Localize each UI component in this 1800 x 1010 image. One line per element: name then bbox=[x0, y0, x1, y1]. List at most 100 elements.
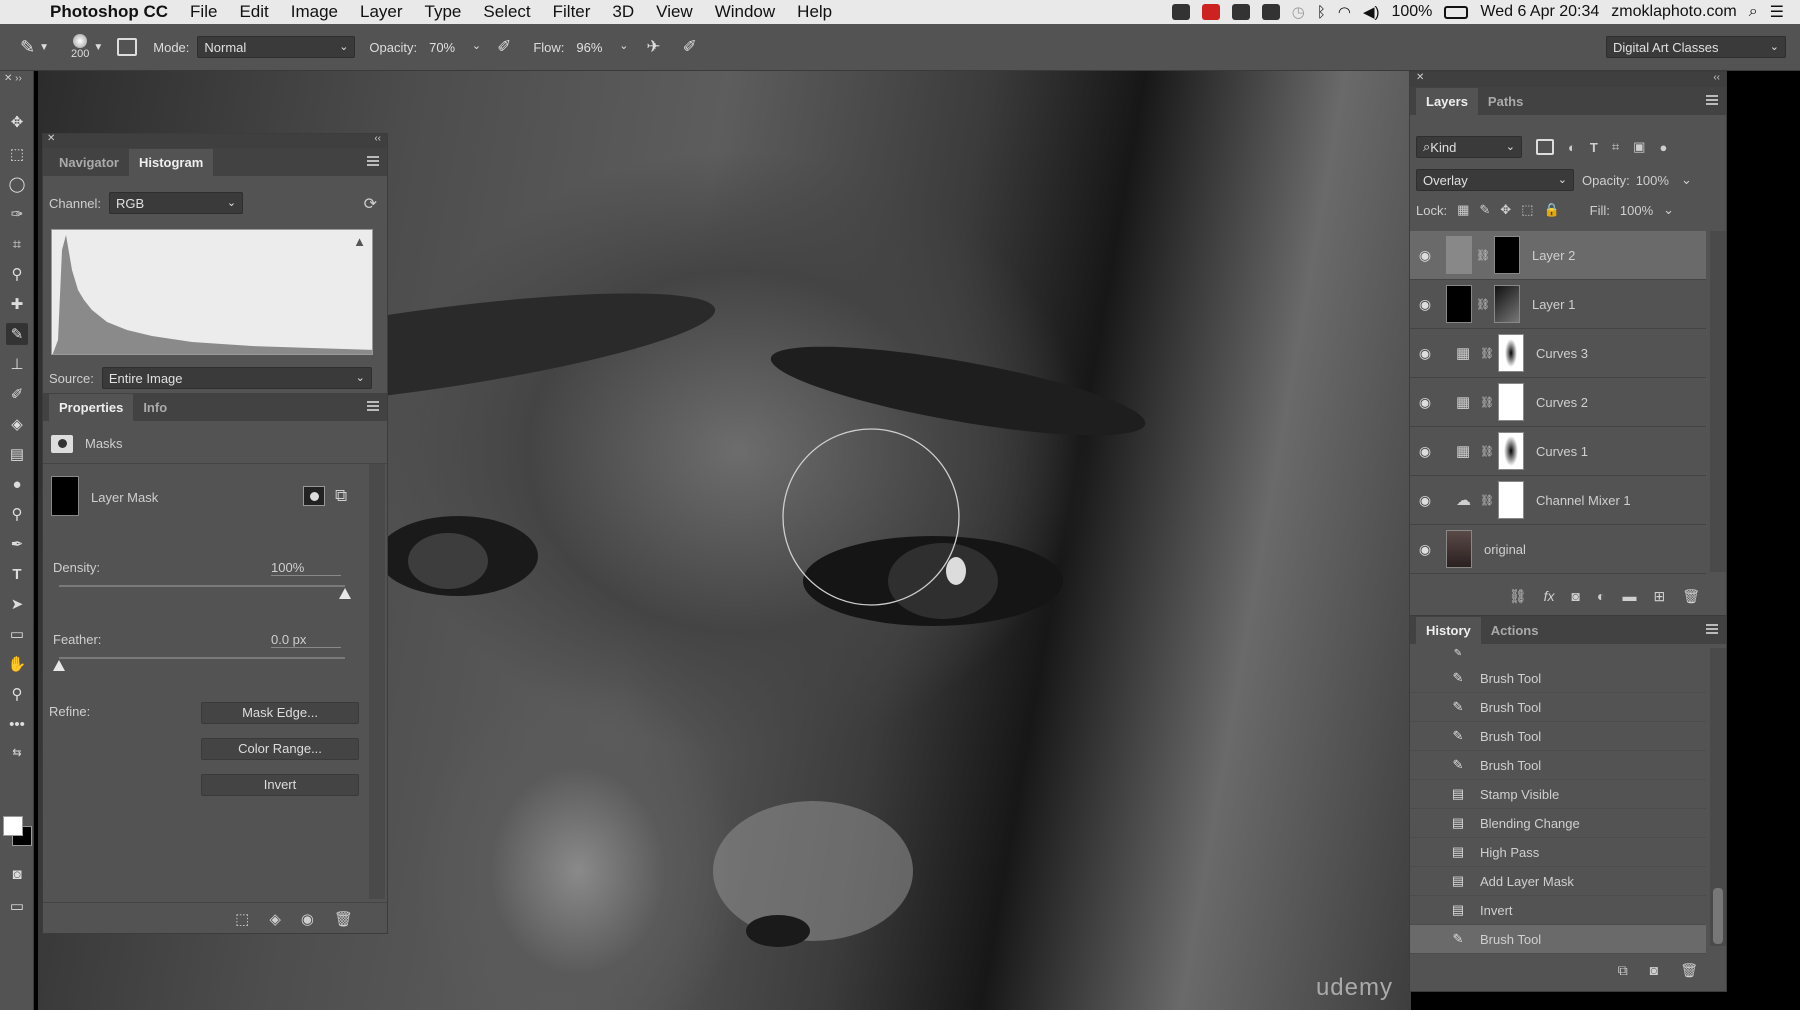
layer-mask-thumbnail[interactable] bbox=[1493, 285, 1520, 323]
new-adjustment-icon[interactable]: ◐ bbox=[1597, 588, 1605, 604]
tab-layers[interactable]: Layers bbox=[1416, 88, 1478, 115]
visibility-eye-icon[interactable]: ◉ bbox=[1410, 345, 1440, 362]
select-pixel-mask-icon[interactable] bbox=[303, 486, 325, 506]
tab-info[interactable]: Info bbox=[133, 394, 177, 421]
filter-pixel-icon[interactable] bbox=[1536, 139, 1554, 155]
lock-all-icon[interactable]: 🔒 bbox=[1543, 202, 1559, 218]
move-tool-icon[interactable]: ✥ bbox=[6, 111, 28, 133]
layer-mask-thumbnail[interactable] bbox=[51, 476, 79, 516]
blur-tool-icon[interactable]: ● bbox=[6, 473, 28, 495]
feather-slider-track[interactable] bbox=[59, 657, 345, 659]
panel-menu-icon[interactable] bbox=[367, 156, 379, 166]
disable-mask-eye-icon[interactable]: ◉ bbox=[301, 910, 314, 928]
zoom-tool-icon[interactable]: ⚲ bbox=[6, 683, 28, 705]
link-icon[interactable]: ⛓ bbox=[1480, 445, 1494, 458]
chevron-down-icon[interactable]: ⌄ bbox=[1663, 202, 1674, 218]
layer-name[interactable]: Curves 2 bbox=[1536, 395, 1588, 410]
layer-name[interactable]: Curves 3 bbox=[1536, 346, 1588, 361]
lock-position-icon[interactable]: ✥ bbox=[1500, 202, 1511, 218]
menu-3d[interactable]: 3D bbox=[612, 2, 634, 22]
path-selection-tool-icon[interactable]: ➤ bbox=[6, 593, 28, 615]
snapshot-camera-icon[interactable]: ◙ bbox=[1650, 962, 1658, 978]
channel-mixer-icon[interactable]: ☁ bbox=[1456, 491, 1476, 509]
layer-name[interactable]: Layer 1 bbox=[1532, 297, 1575, 312]
brush-preset-picker[interactable]: 200 bbox=[71, 34, 89, 60]
pressure-opacity-icon[interactable]: ✐ bbox=[497, 37, 511, 57]
mode-select[interactable]: Normal ⌄ bbox=[197, 36, 356, 58]
app-name-menu[interactable]: Photoshop CC bbox=[50, 2, 168, 22]
history-scrollbar[interactable] bbox=[1710, 648, 1726, 946]
layer-mask-thumbnail[interactable] bbox=[1497, 383, 1524, 421]
layer-thumbnail[interactable] bbox=[1446, 285, 1472, 323]
crop-tool-icon[interactable]: ⌗ bbox=[6, 233, 28, 255]
visibility-eye-icon[interactable]: ◉ bbox=[1410, 296, 1440, 313]
layer-name[interactable]: Curves 1 bbox=[1536, 444, 1588, 459]
add-mask-icon[interactable]: ◙ bbox=[1572, 588, 1580, 604]
filter-toggle-icon[interactable]: ● bbox=[1659, 140, 1667, 155]
tab-history[interactable]: History bbox=[1416, 617, 1481, 644]
layer-thumbnail[interactable] bbox=[1446, 530, 1472, 568]
volume-icon[interactable]: ◀) bbox=[1363, 3, 1380, 21]
layer-thumbnail[interactable] bbox=[1446, 236, 1472, 274]
menu-help[interactable]: Help bbox=[797, 2, 832, 22]
workspace-select[interactable]: Digital Art Classes ⌄ bbox=[1606, 36, 1786, 58]
edit-toolbar-icon[interactable]: ••• bbox=[6, 713, 28, 735]
history-item-current[interactable]: ✎ Brush Tool bbox=[1410, 925, 1706, 954]
filter-smart-object-icon[interactable]: ▣ bbox=[1633, 139, 1645, 155]
history-item[interactable]: ▤ Stamp Visible bbox=[1410, 780, 1706, 809]
airbrush-icon[interactable]: ✈ bbox=[646, 37, 660, 57]
brush-tool-icon[interactable]: ✎ bbox=[20, 37, 35, 58]
status-cc-icon[interactable] bbox=[1231, 4, 1250, 20]
link-icon[interactable]: ⛓ bbox=[1480, 396, 1494, 409]
tab-histogram[interactable]: Histogram bbox=[128, 149, 214, 176]
eraser-tool-icon[interactable]: ◈ bbox=[6, 413, 28, 435]
color-range-button[interactable]: Color Range... bbox=[201, 738, 359, 760]
load-selection-icon[interactable]: ⬚ bbox=[235, 910, 249, 928]
layer-row[interactable]: ◉ ▦ ⛓ Curves 1 bbox=[1410, 427, 1706, 476]
healing-brush-tool-icon[interactable]: ✚ bbox=[6, 293, 28, 315]
density-slider-knob[interactable] bbox=[339, 588, 351, 599]
collapse-icon[interactable]: ‹‹ bbox=[1713, 72, 1720, 83]
fx-icon[interactable]: fx bbox=[1544, 588, 1555, 604]
clock[interactable]: Wed 6 Apr 20:34 bbox=[1480, 3, 1599, 21]
quick-mask-icon[interactable]: ◙ bbox=[6, 863, 28, 885]
refresh-icon[interactable]: ⟳ bbox=[364, 194, 377, 214]
curves-adjustment-icon[interactable]: ▦ bbox=[1456, 442, 1476, 460]
brush-tool-icon[interactable]: ✎ bbox=[6, 323, 28, 345]
channel-select[interactable]: RGB ⌄ bbox=[109, 192, 244, 214]
apply-mask-icon[interactable]: ◈ bbox=[269, 910, 281, 928]
menu-type[interactable]: Type bbox=[425, 2, 462, 22]
tool-preset-dropdown-icon[interactable]: ▼ bbox=[39, 42, 49, 53]
layer-kind-select[interactable]: ⌕ Kind ⌄ bbox=[1416, 136, 1522, 158]
layer-mask-thumbnail[interactable] bbox=[1493, 236, 1520, 274]
layer-mask-thumbnail[interactable] bbox=[1497, 481, 1524, 519]
layer-opacity-value[interactable]: 100% bbox=[1636, 173, 1669, 188]
layer-row[interactable]: ◉ ▦ ⛓ Curves 3 bbox=[1410, 329, 1706, 378]
foreground-color-swatch[interactable] bbox=[3, 816, 23, 836]
shape-tool-icon[interactable]: ▭ bbox=[6, 623, 28, 645]
panel-menu-icon[interactable] bbox=[367, 401, 379, 411]
user-site[interactable]: zmoklaphoto.com bbox=[1611, 3, 1736, 21]
filter-adjustment-icon[interactable]: ◐ bbox=[1568, 140, 1576, 155]
density-slider-track[interactable] bbox=[59, 585, 345, 587]
marquee-tool-icon[interactable]: ⬚ bbox=[6, 143, 28, 165]
menu-file[interactable]: File bbox=[190, 2, 217, 22]
history-item[interactable]: ▤ Invert bbox=[1410, 896, 1706, 925]
swap-colors-icon[interactable]: ⇆ bbox=[6, 741, 28, 763]
menu-edit[interactable]: Edit bbox=[239, 2, 268, 22]
trash-icon[interactable]: 🗑 bbox=[1680, 962, 1698, 979]
new-group-icon[interactable]: ▬ bbox=[1622, 588, 1636, 604]
spotlight-icon[interactable]: ⌕ bbox=[1749, 3, 1758, 21]
tab-navigator[interactable]: Navigator bbox=[49, 149, 129, 176]
tab-actions[interactable]: Actions bbox=[1481, 617, 1549, 644]
layer-row[interactable]: ◉ ▦ ⛓ Curves 2 bbox=[1410, 378, 1706, 427]
menu-layer[interactable]: Layer bbox=[360, 2, 403, 22]
layer-row[interactable]: ◉ ☁ ⛓ Channel Mixer 1 bbox=[1410, 476, 1706, 525]
fill-value[interactable]: 100% bbox=[1620, 203, 1653, 218]
wifi-icon[interactable]: ◠ bbox=[1338, 3, 1351, 21]
history-item[interactable]: ▤ Blending Change bbox=[1410, 809, 1706, 838]
scrollbar-thumb[interactable] bbox=[1713, 888, 1723, 944]
visibility-eye-icon[interactable]: ◉ bbox=[1410, 247, 1440, 264]
mask-edge-button[interactable]: Mask Edge... bbox=[201, 702, 359, 724]
trash-icon[interactable]: 🗑 bbox=[334, 910, 353, 928]
